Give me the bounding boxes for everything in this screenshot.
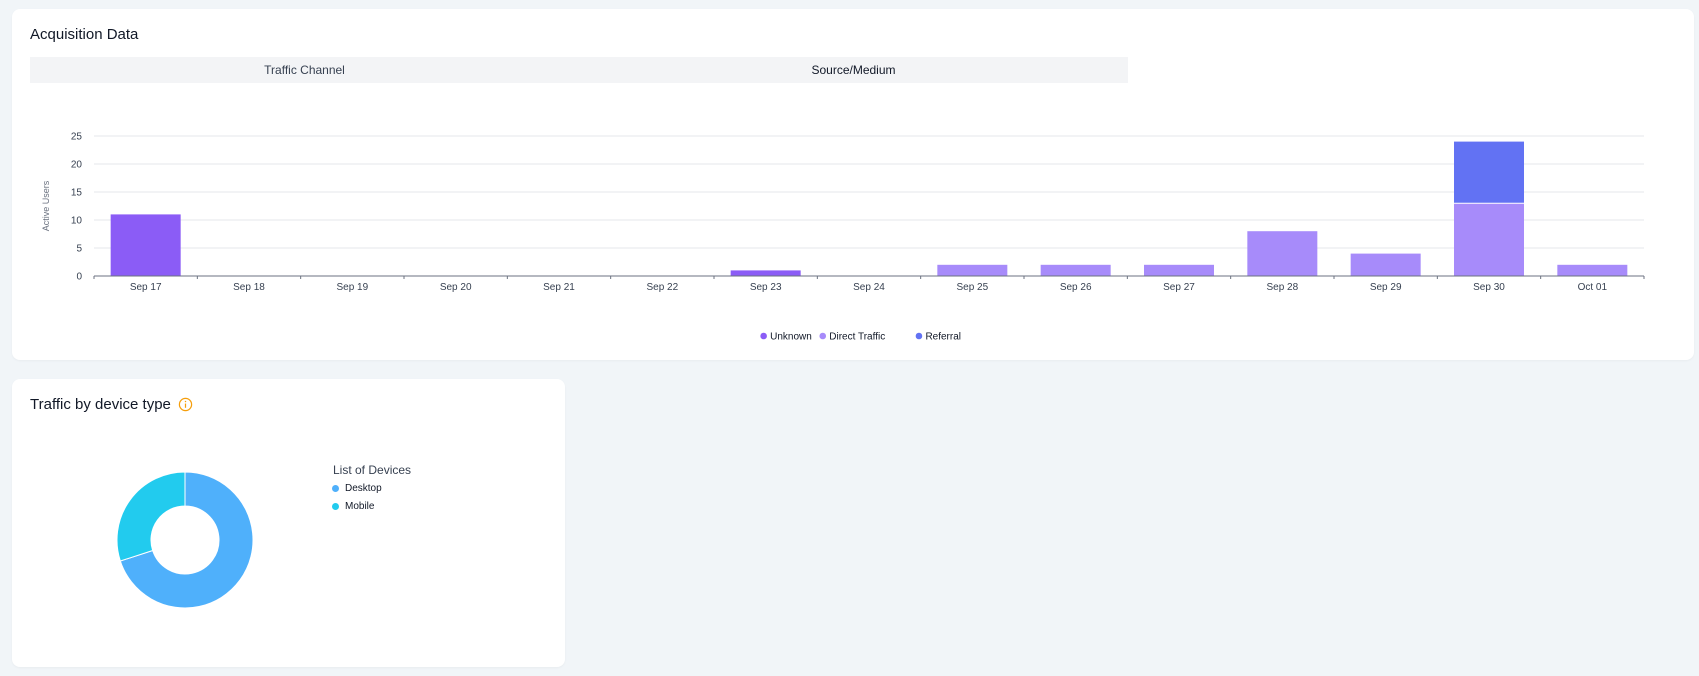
x-tick-label: Sep 19	[336, 282, 368, 293]
y-tick-label: 0	[76, 272, 82, 283]
bar-direct-traffic	[937, 264, 1008, 276]
x-tick-label: Oct 01	[1578, 282, 1608, 293]
y-tick-label: 10	[71, 216, 83, 227]
device-card: Traffic by device type List of Devices D…	[12, 379, 565, 667]
donut-slice-mobile	[116, 471, 186, 562]
bar-unknown	[730, 270, 801, 276]
y-tick-label: 15	[71, 188, 83, 199]
bar-direct-traffic	[1557, 264, 1628, 276]
y-tick-label: 20	[71, 160, 83, 171]
legend-dot-desktop	[332, 485, 339, 492]
x-tick-label: Sep 22	[646, 282, 678, 293]
legend-label-unknown: Unknown	[770, 332, 812, 343]
x-tick-label: Sep 18	[233, 282, 265, 293]
x-tick-label: Sep 29	[1370, 282, 1402, 293]
x-tick-label: Sep 27	[1163, 282, 1195, 293]
acquisition-bar-chart: 0 5 10 15 20 25 Active Users Sep 17 Sep 18 Sep 19…	[41, 132, 1645, 343]
bar-direct-traffic	[1144, 264, 1214, 276]
bar-direct-traffic	[1247, 231, 1318, 276]
bar-direct-traffic	[1040, 264, 1111, 276]
y-axis-label: Active Users	[41, 180, 51, 231]
bar-direct-traffic	[1454, 203, 1524, 276]
x-tick-label: Sep 17	[130, 282, 162, 293]
legend-label-direct-traffic: Direct Traffic	[829, 332, 885, 343]
legend-item-desktop[interactable]: Desktop	[332, 483, 382, 494]
x-tick-label: Sep 30	[1473, 282, 1505, 293]
legend-dot-mobile	[332, 503, 339, 510]
x-tick-label: Sep 23	[750, 282, 782, 293]
x-tick-label: Sep 24	[853, 282, 885, 293]
bar-direct-traffic	[1350, 253, 1421, 276]
legend-label-desktop: Desktop	[345, 483, 382, 494]
y-tick-label: 25	[71, 132, 83, 143]
legend-item-mobile[interactable]: Mobile	[332, 501, 374, 512]
x-tick-label: Sep 28	[1266, 282, 1298, 293]
device-legend-title: List of Devices	[333, 463, 412, 477]
x-tick-label: Sep 26	[1060, 282, 1092, 293]
y-tick-label: 5	[76, 244, 82, 255]
acquisition-card: Acquisition Data Traffic Channel Source/…	[12, 9, 1694, 360]
legend-label-mobile: Mobile	[345, 501, 375, 512]
bar-unknown	[110, 214, 181, 276]
x-tick-label: Sep 20	[440, 282, 472, 293]
legend-label-referral: Referral	[925, 332, 961, 343]
bar-referral	[1454, 141, 1524, 204]
device-donut-chart	[116, 471, 254, 609]
legend-dot-direct-traffic	[819, 332, 827, 340]
x-tick-label: Sep 21	[543, 282, 575, 293]
x-tick-label: Sep 25	[956, 282, 988, 293]
legend-dot-referral	[915, 332, 923, 340]
legend-dot-unknown	[760, 332, 767, 340]
